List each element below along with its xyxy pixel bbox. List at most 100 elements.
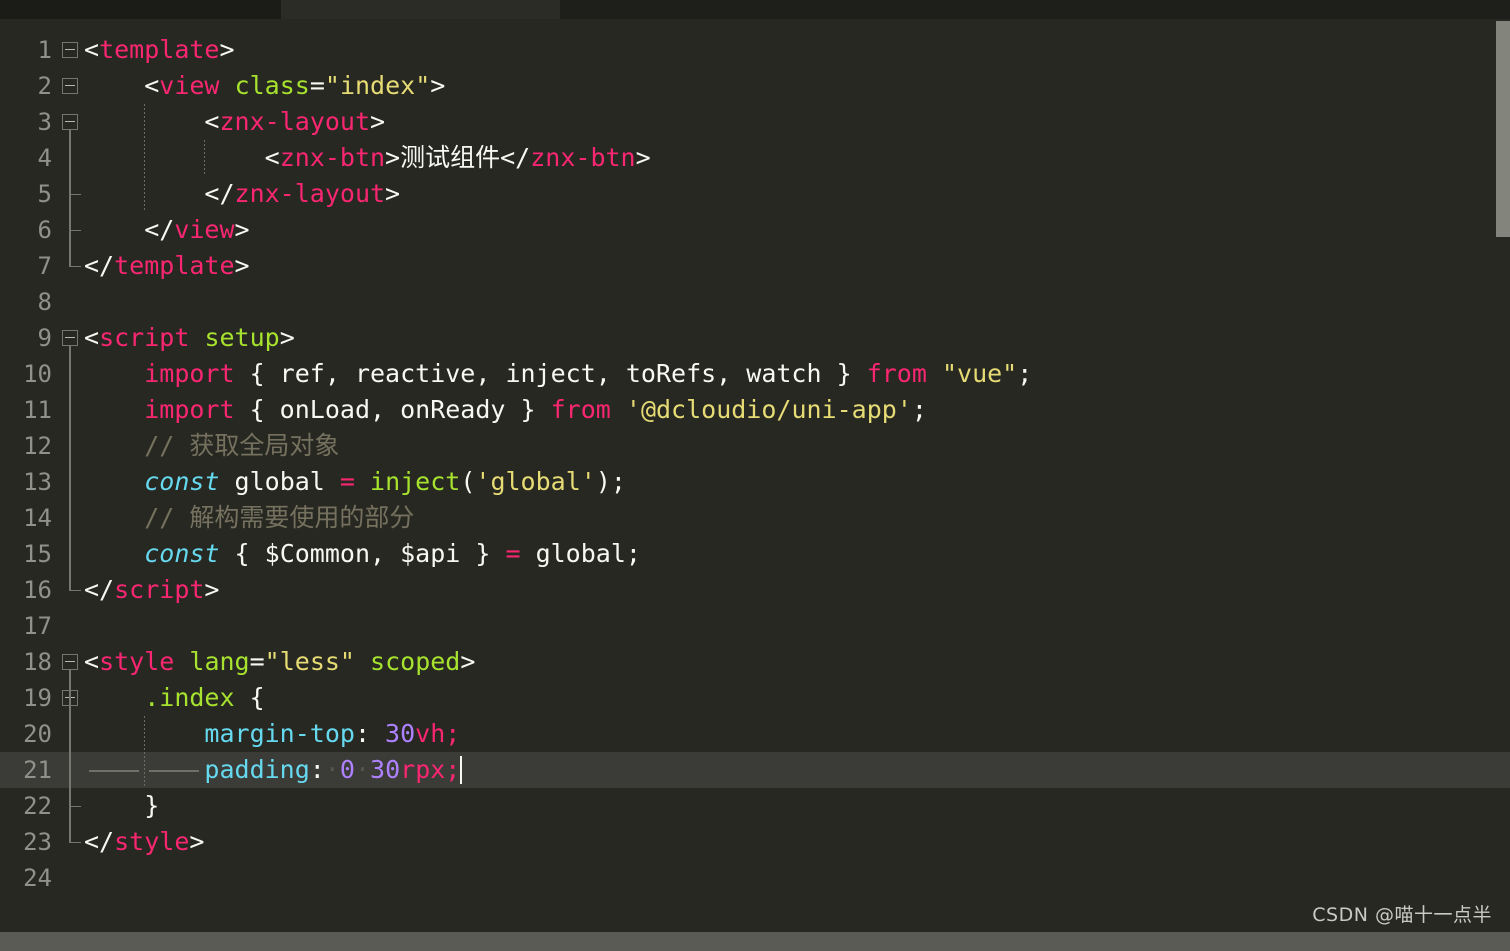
- fold-collapse-icon[interactable]: [62, 114, 78, 130]
- code-line[interactable]: 15 const { $Common, $api } = global;: [0, 536, 1510, 572]
- code-token: :: [354, 719, 386, 748]
- code-line[interactable]: 12 // 获取全局对象: [0, 428, 1510, 464]
- code-line-text: </view>: [84, 212, 249, 248]
- code-line[interactable]: 7 </template>: [0, 248, 1510, 284]
- code-token: =: [309, 71, 325, 100]
- line-number: 22: [23, 792, 52, 820]
- code-line[interactable]: 18 <style lang="less" scoped>: [0, 644, 1510, 680]
- fold-region-line-script: [69, 346, 71, 590]
- code-token: style: [114, 827, 190, 856]
- code-token: style: [99, 647, 175, 676]
- code-token: const: [144, 539, 220, 568]
- code-line[interactable]: 2 <view class="index">: [0, 68, 1510, 104]
- code-line-text: const { $Common, $api } = global;: [84, 536, 641, 572]
- code-token: =: [339, 467, 355, 496]
- code-token: <: [264, 143, 280, 172]
- fold-collapse-icon[interactable]: [62, 78, 78, 94]
- fold-region-end-marker: [69, 266, 81, 267]
- code-line[interactable]: 19 .index {: [0, 680, 1510, 716]
- code-token: </: [84, 575, 115, 604]
- code-line[interactable]: 22 }: [0, 788, 1510, 824]
- code-line[interactable]: 20 margin-top: 30vh;: [0, 716, 1510, 752]
- code-line-text: <style lang="less" scoped>: [84, 644, 475, 680]
- code-line-text: <script setup>: [84, 320, 295, 356]
- code-line[interactable]: 9 <script setup>: [0, 320, 1510, 356]
- fold-region-line-style: [69, 670, 71, 842]
- code-token: "index": [324, 71, 431, 100]
- code-line-current[interactable]: 21 padding:·0·30rpx;: [0, 752, 1510, 788]
- line-number: 9: [37, 324, 52, 352]
- code-line[interactable]: 13 const global = inject('global');: [0, 464, 1510, 500]
- fold-collapse-icon[interactable]: [62, 654, 78, 670]
- code-token: vh: [415, 719, 446, 748]
- line-number: 3: [37, 108, 52, 136]
- tab-strip-segment-right[interactable]: [560, 0, 1510, 19]
- code-token: >: [234, 251, 250, 280]
- code-line[interactable]: 14 // 解构需要使用的部分: [0, 500, 1510, 536]
- tab-strip-segment-left[interactable]: [0, 0, 281, 20]
- code-line-text: .index {: [84, 680, 264, 716]
- code-line-text: </znx-layout>: [84, 176, 400, 212]
- code-line[interactable]: 17: [0, 608, 1510, 644]
- line-number: 17: [23, 612, 52, 640]
- code-token: class: [234, 71, 310, 100]
- code-token: >: [385, 179, 401, 208]
- code-line[interactable]: 10 import { ref, reactive, inject, toRef…: [0, 356, 1510, 392]
- code-line[interactable]: 24: [0, 860, 1510, 896]
- code-line[interactable]: 6 </view>: [0, 212, 1510, 248]
- code-line-text: <znx-layout>: [84, 104, 385, 140]
- code-line-text: </script>: [84, 572, 219, 608]
- vertical-scrollbar[interactable]: [1496, 19, 1510, 932]
- code-line[interactable]: 3 <znx-layout>: [0, 104, 1510, 140]
- code-token: 'global': [475, 467, 596, 496]
- indent-guide: [204, 140, 206, 176]
- code-line-text: import { onLoad, onReady } from '@dcloud…: [84, 392, 927, 428]
- code-line[interactable]: 4 <znx-btn>测试组件</znx-btn>: [0, 140, 1510, 176]
- vertical-scrollbar-thumb[interactable]: [1496, 21, 1510, 237]
- indent-guide: [144, 140, 146, 176]
- code-token: script: [99, 323, 190, 352]
- line-number: 8: [37, 288, 52, 316]
- line-number: 10: [23, 360, 52, 388]
- tab-strip: [0, 0, 1510, 20]
- code-lines-container[interactable]: 1 <template> 2 <view class="index"> 3 <znx-…: [0, 19, 1510, 932]
- code-token: <: [204, 107, 220, 136]
- selected-indent-marker: [149, 770, 200, 772]
- code-line[interactable]: 5 </znx-layout>: [0, 176, 1510, 212]
- code-line-text: <view class="index">: [84, 68, 445, 104]
- code-line[interactable]: 1 <template>: [0, 32, 1510, 68]
- fold-collapse-icon[interactable]: [62, 330, 78, 346]
- code-token: //: [144, 431, 190, 460]
- code-line[interactable]: 8: [0, 284, 1510, 320]
- tab-strip-segment-middle[interactable]: [281, 0, 560, 19]
- indent-guide: [144, 104, 146, 140]
- code-token: script: [114, 575, 205, 604]
- code-editor[interactable]: 1 <template> 2 <view class="index"> 3 <znx-…: [0, 19, 1510, 932]
- code-token: 测试组件: [400, 143, 501, 172]
- code-token: 获取全局对象: [189, 431, 340, 460]
- code-line-text: <znx-btn>测试组件</znx-btn>: [84, 140, 651, 176]
- code-line[interactable]: 16 </script>: [0, 572, 1510, 608]
- fold-collapse-icon[interactable]: [62, 42, 78, 58]
- code-token: global: [219, 467, 340, 496]
- line-number: 6: [37, 216, 52, 244]
- code-line[interactable]: 11 import { onLoad, onReady } from '@dcl…: [0, 392, 1510, 428]
- line-number: 11: [23, 396, 52, 424]
- code-token: margin-top: [204, 719, 355, 748]
- code-token: rpx: [400, 755, 446, 784]
- code-line-text: // 解构需要使用的部分: [84, 500, 414, 536]
- code-token: =: [505, 539, 521, 568]
- horizontal-scrollbar[interactable]: [0, 932, 1510, 951]
- code-line[interactable]: 23 </style>: [0, 824, 1510, 860]
- selected-indent-marker: [89, 770, 140, 772]
- code-token: (: [460, 467, 476, 496]
- code-token: 30: [385, 719, 416, 748]
